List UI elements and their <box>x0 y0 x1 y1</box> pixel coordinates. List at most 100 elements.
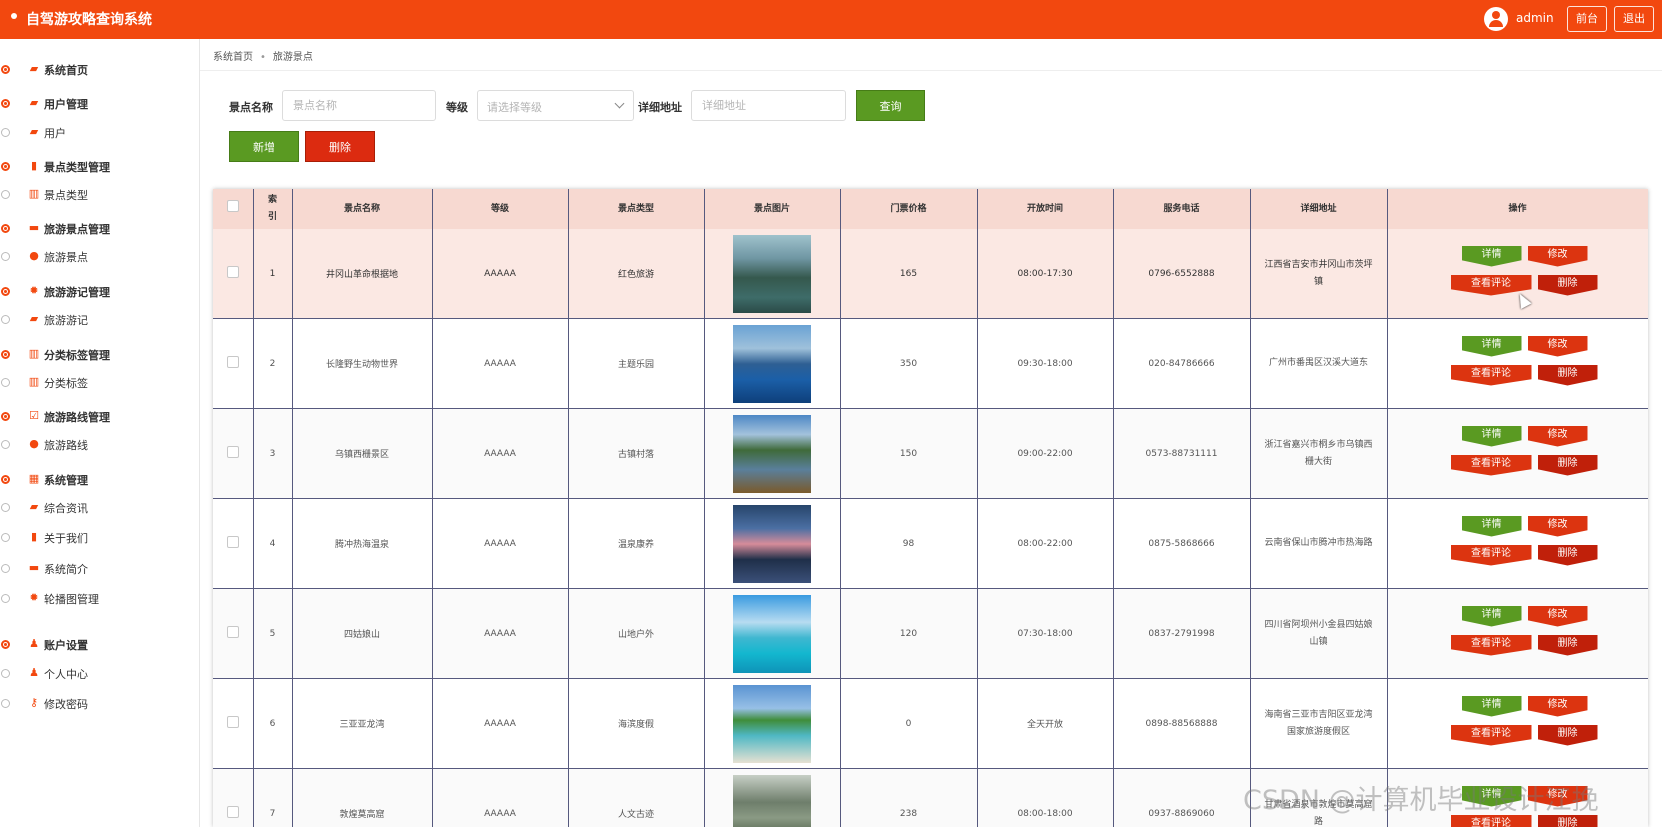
sidebar-item[interactable]: ✹ 旅游游记管理 <box>0 283 199 303</box>
scenic-thumbnail[interactable] <box>733 774 811 827</box>
sidebar-item[interactable]: ♟ 账户设置 <box>0 636 199 656</box>
cell-index: 6 <box>253 678 293 769</box>
select-all-checkbox[interactable] <box>226 200 239 212</box>
username[interactable]: admin <box>1516 11 1554 25</box>
top-bar: 自驾游攻略查询系统 admin 前台 退出 <box>0 0 1662 39</box>
header-hours[interactable]: 开放时间 <box>977 189 1114 229</box>
edit-button[interactable]: 修改 <box>1527 245 1588 267</box>
sidebar-item[interactable]: ● 旅游路线 <box>0 436 199 456</box>
detail-button[interactable]: 详情 <box>1461 335 1522 357</box>
edit-button[interactable]: 修改 <box>1527 605 1588 627</box>
avatar-icon[interactable] <box>1484 7 1508 31</box>
query-button[interactable]: 查询 <box>856 90 925 121</box>
scenic-thumbnail[interactable] <box>733 414 811 493</box>
cell-actions: 详情 修改查看评论 删除 <box>1387 318 1648 409</box>
view-comments-button[interactable]: 查看评论 <box>1450 454 1532 476</box>
row-checkbox[interactable] <box>226 536 239 548</box>
sidebar-item[interactable]: ▥ 分类标签 <box>0 374 199 394</box>
detail-button[interactable]: 详情 <box>1461 425 1522 447</box>
batch-delete-button[interactable]: 删除 <box>305 131 375 162</box>
delete-button[interactable]: 删除 <box>1537 724 1598 746</box>
breadcrumb-home[interactable]: 系统首页 <box>213 52 253 63</box>
sidebar-item[interactable]: ▰ 旅游游记 <box>0 311 199 331</box>
name-search-input[interactable] <box>282 90 436 121</box>
sidebar-item[interactable]: ▬ 系统简介 <box>0 560 199 580</box>
cell-name: 长隆野生动物世界 <box>292 318 433 409</box>
scenic-thumbnail[interactable] <box>733 324 811 403</box>
sidebar-item[interactable]: ▰ 综合资讯 <box>0 499 199 519</box>
sidebar-item[interactable]: ▰ 用户管理 <box>0 95 199 115</box>
detail-button[interactable]: 详情 <box>1461 245 1522 267</box>
level-select[interactable]: 请选择等级 <box>477 90 634 121</box>
detail-button[interactable]: 详情 <box>1461 515 1522 537</box>
edit-button[interactable]: 修改 <box>1527 515 1588 537</box>
delete-button[interactable]: 删除 <box>1537 454 1598 476</box>
sidebar-item[interactable]: ▮ 景点类型管理 <box>0 158 199 178</box>
sidebar-item[interactable]: ⚷ 修改密码 <box>0 695 199 715</box>
row-actions: 详情 修改查看评论 删除 <box>1438 695 1598 752</box>
sidebar-item[interactable]: ▮ 关于我们 <box>0 529 199 549</box>
delete-button[interactable]: 删除 <box>1537 634 1598 656</box>
detail-button[interactable]: 详情 <box>1461 605 1522 627</box>
header-type[interactable]: 景点类型 <box>568 189 705 229</box>
table-row[interactable]: 3 乌镇西栅景区 AAAAA 古镇村落 150 09:00-22:00 0573-88731… <box>213 408 1648 499</box>
row-select-cell <box>213 678 254 769</box>
sidebar-item-label: 旅游景点 <box>44 251 88 264</box>
checkbox-icon: ☑ <box>29 409 39 422</box>
view-comments-button[interactable]: 查看评论 <box>1450 724 1532 746</box>
header-phone[interactable]: 服务电话 <box>1113 189 1251 229</box>
row-checkbox[interactable] <box>226 266 239 278</box>
cell-actions: 详情 修改查看评论 删除 <box>1387 229 1648 319</box>
header-name[interactable]: 景点名称 <box>292 189 433 229</box>
scenic-thumbnail[interactable] <box>733 504 811 583</box>
sidebar-item[interactable]: ▰ 用户 <box>0 124 199 144</box>
breadcrumb-current: 旅游景点 <box>272 52 313 63</box>
sidebar-item[interactable]: ▬ 旅游景点管理 <box>0 220 199 240</box>
scenic-thumbnail[interactable] <box>733 594 811 673</box>
radio-icon <box>1 65 10 74</box>
logout-button[interactable]: 退出 <box>1614 6 1654 32</box>
sidebar-item[interactable]: ▦ 系统管理 <box>0 471 199 491</box>
front-button[interactable]: 前台 <box>1567 6 1607 32</box>
view-comments-button[interactable]: 查看评论 <box>1450 364 1532 386</box>
scenic-thumbnail[interactable] <box>733 684 811 763</box>
sidebar-item[interactable]: ▥ 分类标签管理 <box>0 346 199 366</box>
table-row[interactable]: 1 井冈山革命根据地 AAAAA 红色旅游 165 08:00-17:30 0796-655… <box>213 229 1648 319</box>
scenic-thumbnail[interactable] <box>733 234 811 313</box>
detail-button[interactable]: 详情 <box>1461 695 1522 717</box>
sidebar-item[interactable]: ♟ 个人中心 <box>0 665 199 685</box>
delete-button[interactable]: 删除 <box>1537 274 1598 296</box>
table-row[interactable]: 4 腾冲热海温泉 AAAAA 温泉康养 98 08:00-22:00 0875-586866… <box>213 498 1648 589</box>
row-checkbox[interactable] <box>226 446 239 458</box>
cell-image <box>704 768 841 827</box>
cell-name: 敦煌莫高窟 <box>292 768 433 827</box>
header-address[interactable]: 详细地址 <box>1250 189 1388 229</box>
sidebar-item[interactable]: ● 旅游景点 <box>0 248 199 268</box>
sidebar-item-label: 关于我们 <box>44 532 88 545</box>
table-row[interactable]: 6 三亚亚龙湾 AAAAA 海滨度假 0 全天开放 0898-88568888 海南省三亚市吉… <box>213 678 1648 769</box>
edit-button[interactable]: 修改 <box>1527 335 1588 357</box>
delete-button[interactable]: 删除 <box>1537 544 1598 566</box>
cell-type: 山地户外 <box>568 588 705 679</box>
sidebar-item[interactable]: ☑ 旅游路线管理 <box>0 408 199 428</box>
sidebar-item[interactable]: ▰ 系统首页 <box>0 61 199 81</box>
view-comments-button[interactable]: 查看评论 <box>1450 274 1532 296</box>
table-row[interactable]: 5 四姑娘山 AAAAA 山地户外 120 07:30-18:00 0837-2791998… <box>213 588 1648 679</box>
table-row[interactable]: 2 长隆野生动物世界 AAAAA 主题乐园 350 09:30-18:00 020-8478… <box>213 318 1648 409</box>
header-level[interactable]: 等级 <box>432 189 569 229</box>
add-button[interactable]: 新增 <box>229 131 299 162</box>
sidebar-item[interactable]: ▥ 景点类型 <box>0 186 199 206</box>
row-checkbox[interactable] <box>226 626 239 638</box>
header-price[interactable]: 门票价格 <box>840 189 978 229</box>
view-comments-button[interactable]: 查看评论 <box>1450 544 1532 566</box>
row-checkbox[interactable] <box>226 356 239 368</box>
row-checkbox[interactable] <box>226 806 239 818</box>
delete-button[interactable]: 删除 <box>1537 364 1598 386</box>
edit-button[interactable]: 修改 <box>1527 425 1588 447</box>
address-search-input[interactable] <box>691 90 846 121</box>
view-comments-button[interactable]: 查看评论 <box>1450 634 1532 656</box>
briefcase-icon: ▰ <box>29 96 39 109</box>
row-checkbox[interactable] <box>226 716 239 728</box>
edit-button[interactable]: 修改 <box>1527 695 1588 717</box>
sidebar-item[interactable]: ✹ 轮播图管理 <box>0 590 199 610</box>
